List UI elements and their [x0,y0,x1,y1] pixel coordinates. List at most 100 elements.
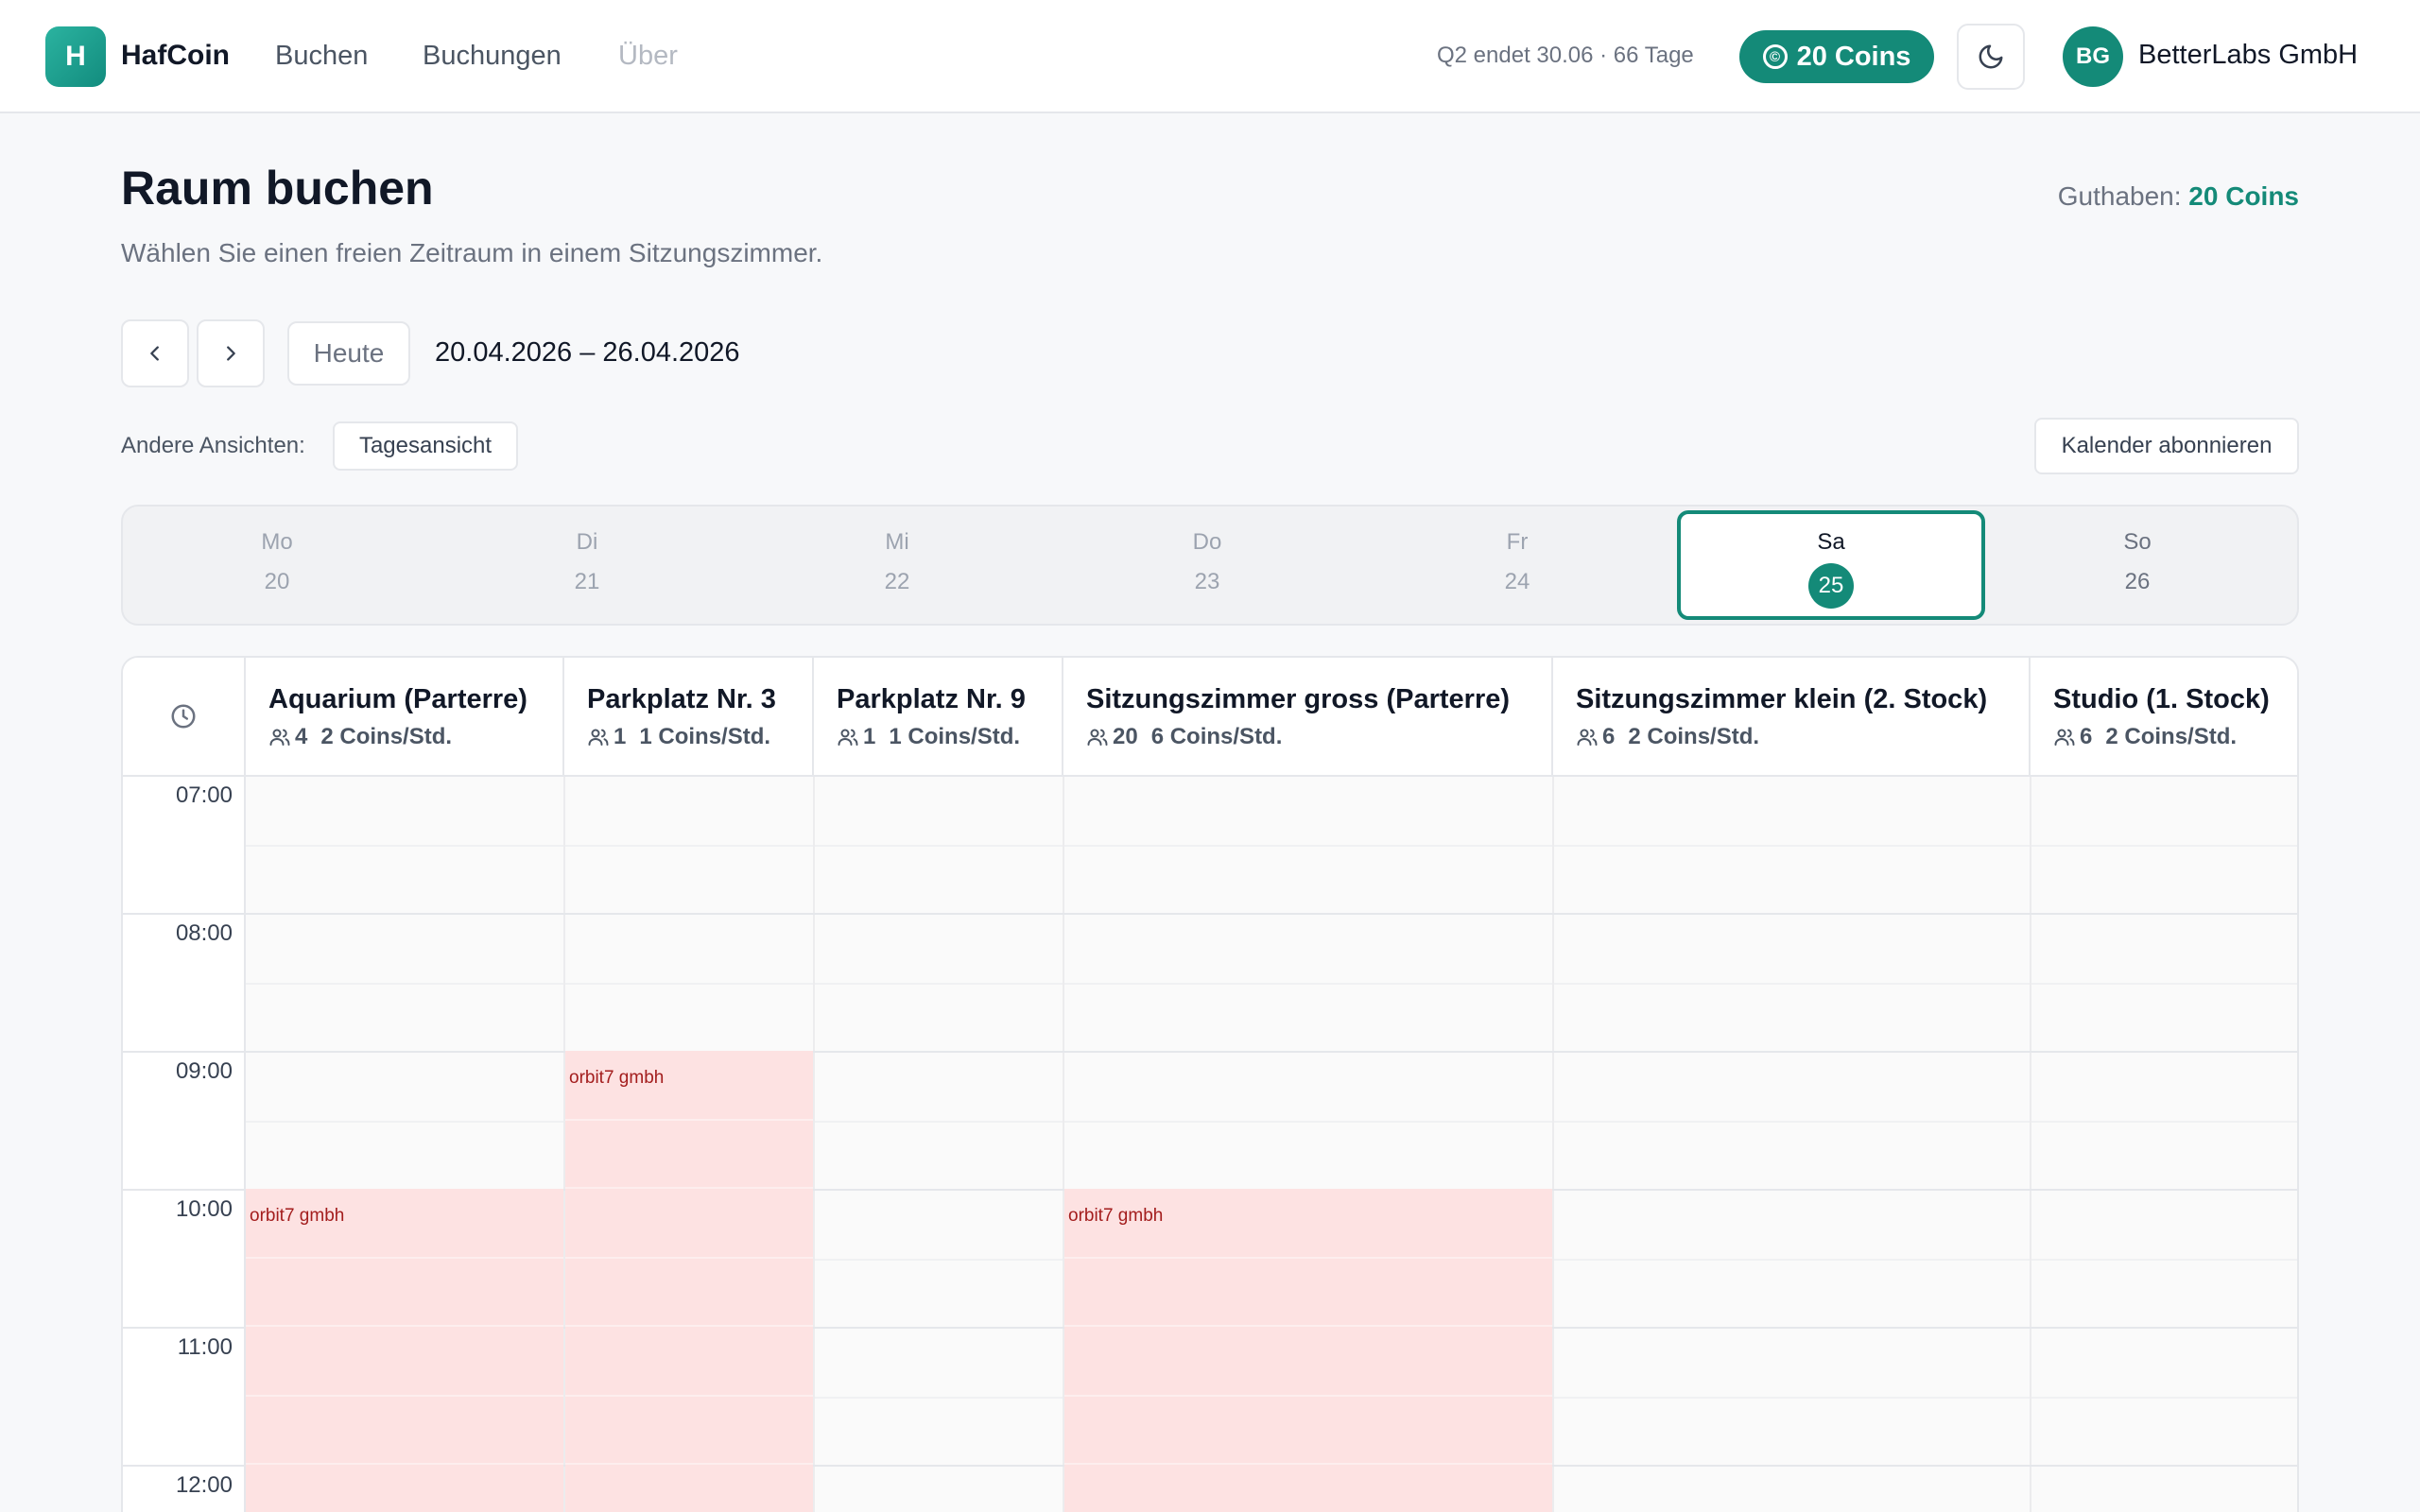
day-number: 22 [884,569,910,594]
people-icon [269,729,290,746]
room-header-studio: Studio (1. Stock) 6 2 Coins/Std. [2031,658,2297,775]
room-capacity: 1 [614,724,627,749]
next-week-button[interactable] [197,319,265,387]
room-meta: 6 2 Coins/Std. [1576,724,1759,750]
room-rate: 2 Coins/Std. [320,724,453,749]
day-name: Mi [885,529,909,555]
coins-badge[interactable]: © 20 Coins [1739,30,1934,83]
company-name[interactable]: BetterLabs GmbH [2138,40,2358,71]
nav-link-buchen[interactable]: Buchen [275,41,368,72]
views-label: Andere Ansichten: [121,433,305,458]
time-label: 12:00 [175,1472,233,1498]
room-header-parkplatz-9: Parkplatz Nr. 9 1 1 Coins/Std. [814,658,1063,775]
chevron-right-icon [227,346,235,361]
theme-toggle-button[interactable] [1957,24,2025,90]
people-icon [1087,729,1108,746]
column-divider [1552,777,1554,1512]
day-name: Fr [1506,529,1529,555]
day-tab-wed[interactable]: Mi 22 [743,507,1051,624]
booking-divider [565,1187,813,1189]
day-number: 26 [2124,569,2151,594]
room-meta: 1 1 Coins/Std. [587,724,770,750]
hour-line [123,913,2297,915]
room-meta: 4 2 Coins/Std. [268,724,452,750]
room-rate: 2 Coins/Std. [1628,724,1760,749]
day-number: 24 [1504,569,1530,594]
day-tab-mon[interactable]: Mo 20 [123,507,431,624]
time-column [123,777,246,1512]
avatar[interactable]: BG [2063,26,2123,87]
hour-line [123,1051,2297,1053]
room-name: Aquarium (Parterre) [268,684,527,714]
top-navigation: H HafCoin Buchen Buchungen Über Q2 endet… [0,0,2420,113]
room-name: Parkplatz Nr. 3 [587,684,776,714]
day-tab-sat[interactable]: Sa 25 [1677,510,1985,620]
room-capacity: 4 [295,724,308,749]
half-hour-line [246,1121,2297,1123]
time-label: 10:00 [175,1196,233,1222]
date-range-label: 20.04.2026 – 26.04.2026 [435,337,740,368]
booking-divider [246,1463,563,1465]
moon-icon [1979,44,2003,69]
column-divider [813,777,815,1512]
clock-icon [171,704,196,729]
balance: Guthaben: 20 Coins [2058,181,2299,212]
time-column-header [123,658,246,775]
prev-week-button[interactable] [121,319,189,387]
balance-value: 20 Coins [2188,181,2299,211]
people-icon [838,729,858,746]
room-name: Sitzungszimmer klein (2. Stock) [1576,684,1988,714]
booking-divider [246,1325,563,1327]
room-header-sitzungszimmer-klein: Sitzungszimmer klein (2. Stock) 6 2 Coin… [1553,658,2031,775]
room-capacity: 6 [1602,724,1616,749]
half-hour-line [246,983,2297,985]
booking-divider [565,1395,813,1397]
time-label: 11:00 [177,1334,233,1360]
room-header-row: Aquarium (Parterre) 4 2 Coins/Std. Parkp… [123,658,2297,777]
booking-divider [1064,1257,1552,1259]
room-header-sitzungszimmer-gross: Sitzungszimmer gross (Parterre) 20 6 Coi… [1063,658,1553,775]
day-name: So [2123,529,2152,555]
booking-parkplatz-3[interactable]: orbit7 gmbh [565,1051,813,1512]
time-label: 07:00 [175,782,233,808]
room-name: Sitzungszimmer gross (Parterre) [1086,684,1511,714]
nav-link-buchungen[interactable]: Buchungen [423,41,562,72]
page-subtitle: Wählen Sie einen freien Zeitraum in eine… [121,238,823,267]
people-icon [2054,729,2075,746]
room-calendar: Aquarium (Parterre) 4 2 Coins/Std. Parkp… [121,656,2299,1512]
day-view-button[interactable]: Tagesansicht [333,421,518,471]
room-name: Studio (1. Stock) [2053,684,2270,714]
room-rate: 2 Coins/Std. [2105,724,2238,749]
booking-aquarium[interactable]: orbit7 gmbh [246,1189,563,1512]
subscribe-calendar-button[interactable]: Kalender abonnieren [2034,418,2299,474]
room-header-aquarium: Aquarium (Parterre) 4 2 Coins/Std. [246,658,564,775]
nav-link-ueber[interactable]: Über [618,41,678,72]
booking-divider [1064,1325,1552,1327]
day-tab-thu[interactable]: Do 23 [1053,507,1361,624]
column-divider [2030,777,2031,1512]
day-number: 20 [264,569,290,594]
balance-label: Guthaben: [2057,181,2182,211]
day-tab-tue[interactable]: Di 21 [433,507,741,624]
day-selector: Mo 20 Di 21 Mi 22 Do 23 Fr 24 Sa 25 So 2… [121,505,2299,626]
calendar-body[interactable]: orbit7 gmbh orbit7 gmbh orbit7 gmbh 07:0… [123,777,2297,1512]
room-rate: 6 Coins/Std. [1150,724,1283,749]
room-meta: 20 6 Coins/Std. [1086,724,1282,750]
room-rate: 1 Coins/Std. [639,724,771,749]
day-tab-sun[interactable]: So 26 [1983,507,2291,624]
page-title: Raum buchen [121,162,434,215]
half-hour-line [246,845,2297,847]
booking-divider [565,1325,813,1327]
day-name: Mo [261,529,293,555]
room-capacity: 6 [2080,724,2093,749]
booking-sitzungszimmer-gross[interactable]: orbit7 gmbh [1064,1189,1552,1512]
time-label: 09:00 [175,1058,233,1084]
time-label: 08:00 [175,920,233,946]
quarter-info: Q2 endet 30.06 · 66 Tage [1437,43,1694,68]
day-tab-fri[interactable]: Fr 24 [1363,507,1671,624]
room-name: Parkplatz Nr. 9 [837,684,1026,714]
day-name: Di [576,529,598,555]
app-logo[interactable]: H [45,26,106,87]
today-button[interactable]: Heute [287,321,410,386]
brand-name[interactable]: HafCoin [121,40,230,72]
